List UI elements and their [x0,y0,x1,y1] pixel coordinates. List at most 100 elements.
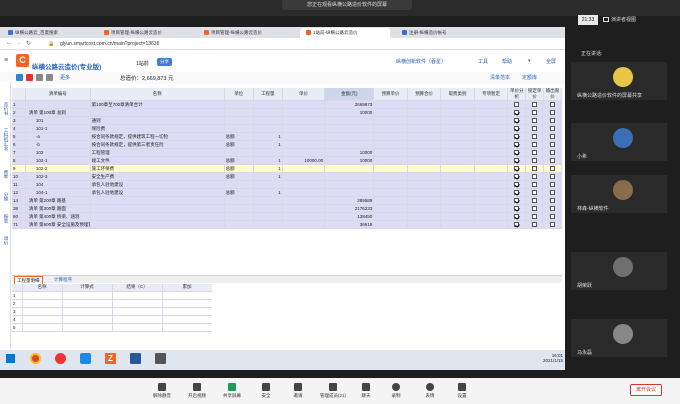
row-checkbox[interactable] [532,142,538,148]
bill-name[interactable]: 安全生产费 [90,172,225,181]
bill-amount[interactable] [324,124,375,133]
row-checkbox[interactable] [550,134,556,140]
word-icon[interactable] [130,353,141,364]
bill-name[interactable]: 通则 [90,116,225,125]
fee-type[interactable] [440,132,475,141]
row-checkbox[interactable] [532,214,538,220]
detail-row[interactable]: 5 [12,323,212,332]
bill-amount[interactable]: 10000 [324,156,375,165]
nav-item-rates[interactable]: 费率 [2,170,9,179]
detail-cell[interactable] [112,299,163,308]
fee-type[interactable] [440,212,475,221]
bill-name[interactable]: 按合同条款规定，提供建筑工程一切险 [90,132,225,141]
bill-unit[interactable] [224,148,254,157]
column-header-code[interactable]: 清单编号 [25,88,91,101]
fee-type[interactable] [440,156,475,165]
detail-cell[interactable] [162,315,212,324]
chat-button[interactable]: 聊天 [354,383,378,399]
row-checkbox[interactable] [532,182,538,188]
emoji-button[interactable]: 表情 [418,383,442,399]
row-checkbox[interactable] [532,118,538,124]
back-icon[interactable]: ← [6,40,12,46]
bill-row[interactable]: 38 清单 第300章 路面 2176233 [12,204,562,213]
detail-cell[interactable] [22,299,63,308]
browser-tab[interactable]: 纵横公路云_百度搜索 [2,28,92,38]
detail-cell[interactable] [22,315,63,324]
bill-code[interactable]: 101 [25,116,91,125]
budget-total[interactable] [407,220,442,229]
nav-item-materials[interactable]: 工料机汇总 [2,128,9,151]
row-index[interactable]: 7 [12,148,26,157]
fullscreen-button[interactable]: 全屏 [546,58,556,65]
row-checkbox[interactable] [514,166,520,172]
tools-menu[interactable]: 工具 [478,58,488,65]
fee-type[interactable] [440,124,475,133]
bill-row[interactable]: 5 -a 按合同条款规定，提供建筑工程一切险 总额 1 [12,132,562,141]
column-header-fee-type[interactable]: 取费类别 [440,88,475,101]
provisional[interactable] [474,132,509,141]
provisional[interactable] [474,188,509,197]
row-checkbox[interactable] [532,222,538,228]
bill-code[interactable]: 102-1 [25,156,91,165]
bill-amount[interactable] [324,188,375,197]
bill-amount[interactable]: 10000 [324,108,375,117]
bill-quantity[interactable] [253,108,283,117]
detail-cell[interactable] [162,307,212,316]
detail-cell[interactable] [62,299,113,308]
budget-price[interactable] [373,220,408,229]
detail-cell[interactable] [22,291,63,300]
budget-price[interactable] [373,124,408,133]
bill-code[interactable]: 104 [25,180,91,189]
column-header-budget-price[interactable]: 预算单价 [373,88,408,101]
reload-icon[interactable]: ↻ [26,40,31,47]
invite-button[interactable]: 邀请 [286,383,310,399]
bill-row[interactable]: 4 101-1 保险费 [12,124,562,133]
bill-unit-price[interactable] [282,100,326,109]
provisional[interactable] [474,124,509,133]
detail-cell[interactable] [62,323,113,332]
budget-price[interactable] [373,116,408,125]
bill-unit-price[interactable] [282,164,326,173]
provisional[interactable] [474,148,509,157]
provisional[interactable] [474,196,509,205]
share-screen-button[interactable]: 共享屏幕 [220,383,244,399]
bill-unit[interactable]: 总额 [224,156,254,165]
bill-amount[interactable] [324,140,375,149]
column-header-analysis[interactable]: 单价分析 [507,88,527,101]
fee-type[interactable] [440,196,475,205]
bill-quantity[interactable]: 1 [253,172,283,181]
bill-quantity[interactable] [253,100,283,109]
participant-tile[interactable]: 马永磊 [571,319,667,357]
row-index[interactable]: 5 [12,132,26,141]
column-header-budget-total[interactable]: 预算合价 [407,88,442,101]
bill-quantity[interactable]: 1 [253,156,283,165]
fee-type[interactable] [440,180,475,189]
budget-total[interactable] [407,140,442,149]
row-checkbox[interactable] [514,158,520,164]
row-checkbox[interactable] [514,214,520,220]
bill-unit[interactable]: 总额 [224,188,254,197]
bill-name[interactable] [90,212,225,221]
fee-type[interactable] [440,140,475,149]
row-index[interactable]: 60 [12,212,26,221]
budget-total[interactable] [407,100,442,109]
bill-amount[interactable]: 289589 [324,196,375,205]
row-index[interactable]: 14 [12,196,26,205]
bill-unit-price[interactable] [282,172,326,181]
bill-unit-price[interactable] [282,108,326,117]
bill-amount[interactable]: 138450 [324,212,375,221]
record-button[interactable]: 录制 [384,383,408,399]
budget-total[interactable] [407,180,442,189]
bill-code[interactable]: 清单 第100章 总则 [25,108,91,117]
bill-unit[interactable] [224,204,254,213]
row-checkbox[interactable] [550,190,556,196]
bill-code[interactable]: 清单 第300章 路面 [25,204,91,213]
column-header-amount[interactable]: 金额(元) [324,88,375,101]
row-checkbox[interactable] [550,222,556,228]
bill-code[interactable]: 102-2 [25,164,91,173]
column-header-unit[interactable]: 单位 [224,88,254,101]
budget-total[interactable] [407,212,442,221]
bill-quantity[interactable]: 1 [253,164,283,173]
budget-total[interactable] [407,108,442,117]
bill-unit-price[interactable] [282,180,326,189]
